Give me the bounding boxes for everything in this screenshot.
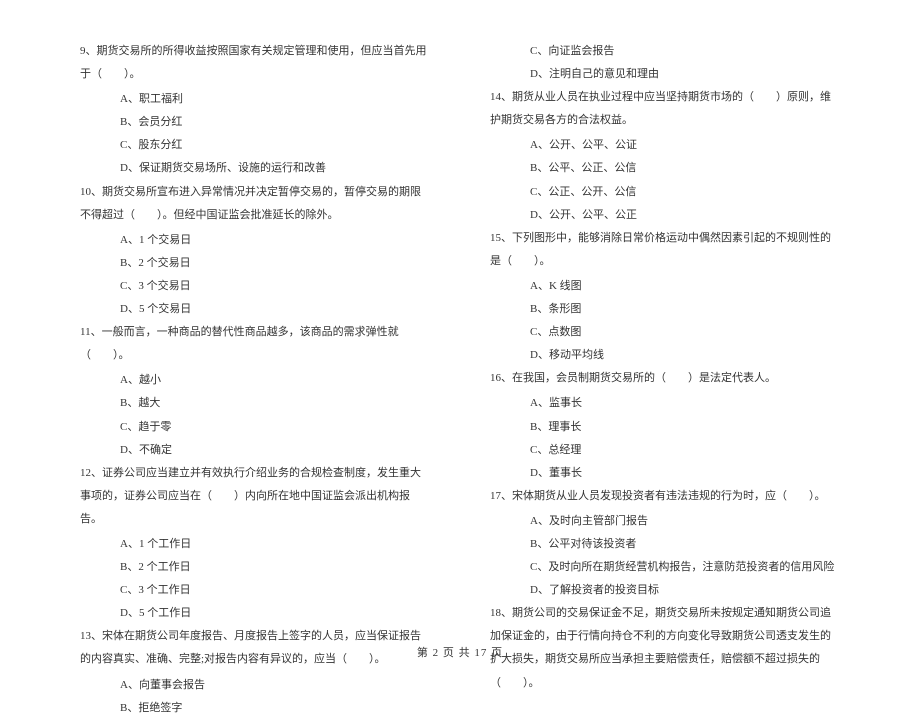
question-13: 13、宋体在期货公司年度报告、月度报告上签字的人员，应当保证报告的内容真实、准确… [80, 625, 430, 671]
option-10b: B、2 个交易日 [80, 252, 430, 275]
option-11d: D、不确定 [80, 439, 430, 462]
option-10a: A、1 个交易日 [80, 229, 430, 252]
question-14: 14、期货从业人员在执业过程中应当坚持期货市场的（ ）原则，维护期货交易各方的合… [490, 86, 840, 132]
option-12c: C、3 个工作日 [80, 579, 430, 602]
question-10: 10、期货交易所宣布进入异常情况并决定暂停交易的，暂停交易的期限不得超过（ ）。… [80, 181, 430, 227]
question-9: 9、期货交易所的所得收益按照国家有关规定管理和使用，但应当首先用于（ ）。 [80, 40, 430, 86]
question-12: 12、证券公司应当建立并有效执行介绍业务的合规检查制度，发生重大事项的，证券公司… [80, 462, 430, 531]
option-17c: C、及时向所在期货经营机构报告，注意防范投资者的信用风险 [490, 556, 840, 579]
option-9d: D、保证期货交易场所、设施的运行和改善 [80, 157, 430, 180]
question-16: 16、在我国，会员制期货交易所的（ ）是法定代表人。 [490, 367, 840, 390]
option-15c: C、点数图 [490, 321, 840, 344]
option-13a: A、向董事会报告 [80, 674, 430, 697]
option-14c: C、公正、公开、公信 [490, 181, 840, 204]
option-11b: B、越大 [80, 392, 430, 415]
option-10d: D、5 个交易日 [80, 298, 430, 321]
option-9b: B、会员分红 [80, 111, 430, 134]
option-15a: A、K 线图 [490, 275, 840, 298]
left-column: 9、期货交易所的所得收益按照国家有关规定管理和使用，但应当首先用于（ ）。 A、… [80, 40, 430, 620]
option-11c: C、趋于零 [80, 416, 430, 439]
option-15b: B、条形图 [490, 298, 840, 321]
option-16c: C、总经理 [490, 439, 840, 462]
option-17d: D、了解投资者的投资目标 [490, 579, 840, 602]
question-11: 11、一般而言，一种商品的替代性商品越多，该商品的需求弹性就（ ）。 [80, 321, 430, 367]
question-18: 18、期货公司的交易保证金不足，期货交易所未按规定通知期货公司追加保证金的，由于… [490, 602, 840, 694]
right-column: C、向证监会报告 D、注明自己的意见和理由 14、期货从业人员在执业过程中应当坚… [490, 40, 840, 620]
option-12b: B、2 个工作日 [80, 556, 430, 579]
option-16a: A、监事长 [490, 392, 840, 415]
option-12d: D、5 个工作日 [80, 602, 430, 625]
option-9a: A、职工福利 [80, 88, 430, 111]
option-14a: A、公开、公平、公证 [490, 134, 840, 157]
option-17a: A、及时向主管部门报告 [490, 510, 840, 533]
option-12a: A、1 个工作日 [80, 533, 430, 556]
option-13c: C、向证监会报告 [490, 40, 840, 63]
option-15d: D、移动平均线 [490, 344, 840, 367]
option-14b: B、公平、公正、公信 [490, 157, 840, 180]
option-11a: A、越小 [80, 369, 430, 392]
option-16b: B、理事长 [490, 416, 840, 439]
question-17: 17、宋体期货从业人员发现投资者有违法违规的行为时，应（ ）。 [490, 485, 840, 508]
option-16d: D、董事长 [490, 462, 840, 485]
option-17b: B、公平对待该投资者 [490, 533, 840, 556]
option-10c: C、3 个交易日 [80, 275, 430, 298]
option-13b: B、拒绝签字 [80, 697, 430, 720]
option-9c: C、股东分红 [80, 134, 430, 157]
option-14d: D、公开、公平、公正 [490, 204, 840, 227]
page-content: 9、期货交易所的所得收益按照国家有关规定管理和使用，但应当首先用于（ ）。 A、… [0, 0, 920, 640]
option-13d: D、注明自己的意见和理由 [490, 63, 840, 86]
question-15: 15、下列图形中，能够消除日常价格运动中偶然因素引起的不规则性的是（ ）。 [490, 227, 840, 273]
